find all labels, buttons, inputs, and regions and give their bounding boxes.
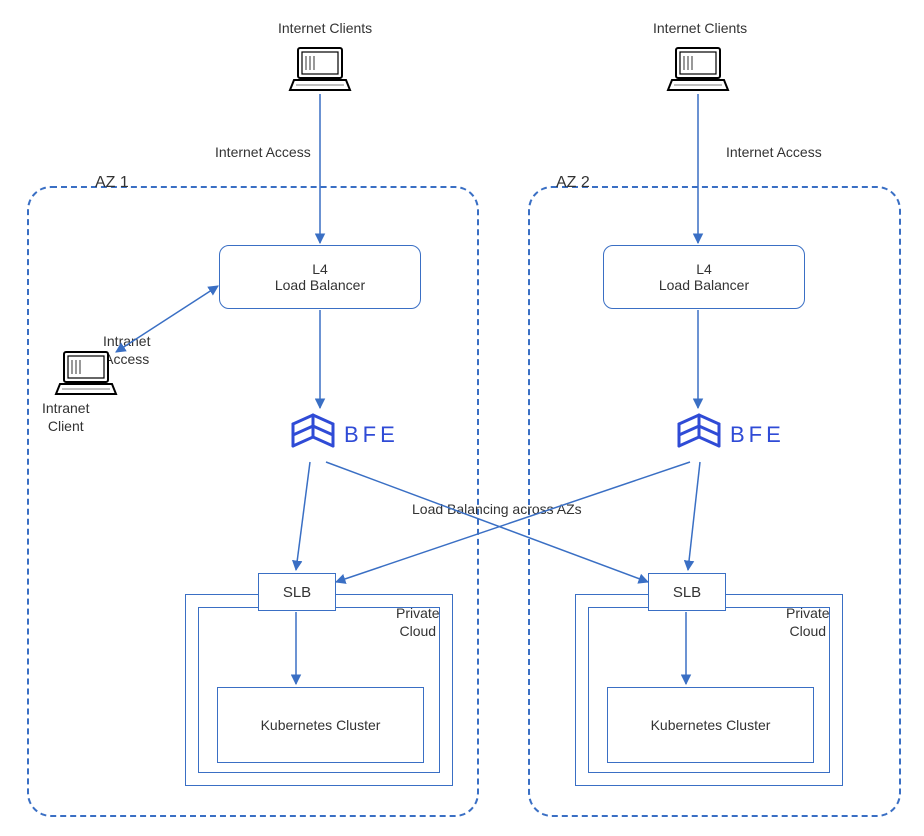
private-cloud-az1: [185, 594, 453, 786]
slb-az1: SLB: [258, 573, 336, 611]
bfe-az2: BFE: [676, 412, 785, 458]
slb-az1-text: SLB: [283, 584, 311, 601]
l4-box-az1: L4 Load Balancer: [219, 245, 421, 309]
slb-az2: SLB: [648, 573, 726, 611]
private-cloud-az2: [575, 594, 843, 786]
computer-icon: [290, 48, 350, 90]
internet-clients-b-label: Internet Clients: [653, 19, 747, 37]
load-balancing-label: Load Balancing across AZs: [412, 500, 582, 518]
az1-title: AZ 1: [95, 174, 129, 192]
intranet-access-label: Intranet Access: [103, 332, 150, 368]
internet-access-b-label: Internet Access: [726, 143, 822, 161]
bfe-logo-icon: [676, 412, 722, 458]
bfe-text-az1: BFE: [344, 422, 399, 448]
l4-line1-az1: L4: [312, 261, 328, 277]
intranet-client-label: Intranet Client: [42, 399, 89, 435]
bfe-text-az2: BFE: [730, 422, 785, 448]
internet-access-a-label: Internet Access: [215, 143, 311, 161]
l4-line1-az2: L4: [696, 261, 712, 277]
slb-az2-text: SLB: [673, 584, 701, 601]
bfe-az1: BFE: [290, 412, 399, 458]
l4-line2-az1: Load Balancer: [275, 277, 365, 293]
l4-line2-az2: Load Balancer: [659, 277, 749, 293]
l4-box-az2: L4 Load Balancer: [603, 245, 805, 309]
bfe-logo-icon: [290, 412, 336, 458]
internet-clients-a-label: Internet Clients: [278, 19, 372, 37]
az2-title: AZ 2: [556, 174, 590, 192]
computer-icon: [668, 48, 728, 90]
